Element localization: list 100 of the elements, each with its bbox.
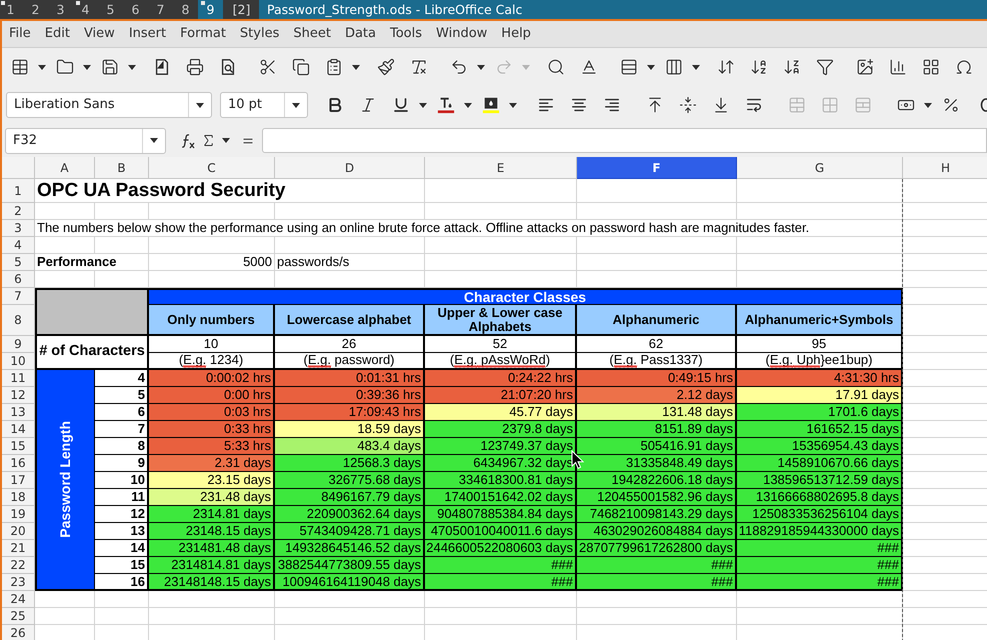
align-left-icon[interactable]: [536, 96, 554, 114]
row-header[interactable]: 23: [2, 574, 35, 591]
row-header[interactable]: 25: [2, 608, 35, 625]
menu-item[interactable]: Edit: [38, 24, 77, 44]
caret-icon[interactable]: [924, 102, 932, 108]
name-box[interactable]: F32: [5, 128, 166, 154]
column-header[interactable]: H: [903, 157, 987, 179]
menu-item[interactable]: File: [2, 24, 38, 44]
row-header[interactable]: 3: [2, 220, 35, 237]
font-size-combobox[interactable]: 10 pt: [220, 92, 308, 118]
row-header[interactable]: 10: [2, 353, 35, 370]
font-color-icon[interactable]: [436, 96, 454, 114]
menu-item[interactable]: Help: [494, 24, 538, 44]
workspace-button[interactable]: 2: [23, 0, 48, 19]
clear-formatting-icon[interactable]: [410, 58, 428, 76]
percent-icon[interactable]: [942, 96, 960, 114]
row-header[interactable]: 8: [2, 305, 35, 336]
menu-item[interactable]: Tools: [383, 24, 430, 44]
row-header[interactable]: 1: [2, 179, 35, 203]
row-header[interactable]: 2: [2, 203, 35, 220]
row-header[interactable]: 21: [2, 540, 35, 557]
column-header[interactable]: F: [577, 157, 737, 179]
function-wizard-icon[interactable]: [180, 132, 196, 150]
menu-item[interactable]: Styles: [232, 24, 286, 44]
menu-item[interactable]: Window: [429, 24, 494, 44]
wrap-text-icon[interactable]: [744, 96, 762, 114]
row-header[interactable]: 14: [2, 421, 35, 438]
row-header[interactable]: 11: [2, 370, 35, 387]
row-header[interactable]: 7: [2, 288, 35, 305]
row-header[interactable]: 17: [2, 472, 35, 489]
caret-icon[interactable]: [352, 64, 360, 70]
scissors-icon[interactable]: [258, 58, 276, 76]
workspace-button[interactable]: 7: [148, 0, 173, 19]
caret-icon[interactable]: [647, 64, 655, 70]
funnel-icon[interactable]: [816, 58, 834, 76]
underline-icon[interactable]: [392, 96, 410, 114]
search-icon[interactable]: [546, 58, 564, 76]
row-header[interactable]: 19: [2, 506, 35, 523]
row-header[interactable]: 24: [2, 591, 35, 608]
printer-icon[interactable]: [186, 58, 204, 76]
highlight-color-icon[interactable]: [482, 96, 500, 114]
caret-icon[interactable]: [292, 102, 300, 108]
row-header[interactable]: 5: [2, 254, 35, 271]
workspace-button[interactable]: 3: [48, 0, 73, 19]
column-header[interactable]: B: [95, 157, 149, 179]
row-header[interactable]: 9: [2, 336, 35, 353]
paintbrush-icon[interactable]: [376, 58, 394, 76]
align-middle-icon[interactable]: [678, 96, 696, 114]
caret-icon[interactable]: [692, 64, 700, 70]
column-header[interactable]: E: [425, 157, 577, 179]
menu-item[interactable]: Format: [173, 24, 233, 44]
columns-icon[interactable]: [664, 58, 682, 76]
sort-arrows-icon[interactable]: [716, 58, 734, 76]
caret-icon[interactable]: [196, 102, 204, 108]
caret-icon[interactable]: [150, 138, 158, 143]
column-header[interactable]: D: [275, 157, 425, 179]
text-baseline-icon[interactable]: [580, 58, 598, 76]
folder-icon[interactable]: [56, 58, 74, 76]
sort-descending-icon[interactable]: [782, 58, 800, 76]
grid-icon[interactable]: [922, 58, 940, 76]
omega-icon[interactable]: [954, 58, 972, 76]
undo-icon[interactable]: [450, 58, 468, 76]
row-header[interactable]: 6: [2, 271, 35, 288]
copy-icon[interactable]: [292, 58, 310, 76]
sort-ascending-icon[interactable]: [750, 58, 768, 76]
column-header[interactable]: G: [737, 157, 903, 179]
caret-icon[interactable]: [83, 64, 91, 70]
caret-icon[interactable]: [38, 64, 46, 70]
row-header[interactable]: 20: [2, 523, 35, 540]
caret-icon[interactable]: [222, 138, 230, 143]
caret-icon[interactable]: [419, 102, 427, 108]
row-header[interactable]: 16: [2, 455, 35, 472]
row-header[interactable]: 15: [2, 438, 35, 455]
save-icon[interactable]: [100, 58, 118, 76]
clipboard-icon[interactable]: [324, 58, 342, 76]
table-grid-icon[interactable]: [10, 58, 28, 76]
column-header[interactable]: C: [149, 157, 275, 179]
rows-icon[interactable]: [620, 58, 638, 76]
caret-icon[interactable]: [128, 64, 136, 70]
column-header[interactable]: A: [35, 157, 95, 179]
workspace-button[interactable]: 4: [73, 0, 98, 19]
row-header[interactable]: 18: [2, 489, 35, 506]
formula-input-field[interactable]: [262, 128, 987, 153]
row-header[interactable]: 12: [2, 387, 35, 404]
menu-item[interactable]: Insert: [122, 24, 174, 44]
caret-icon[interactable]: [477, 64, 485, 70]
font-name-combobox[interactable]: Liberation Sans: [6, 92, 212, 118]
menu-item[interactable]: View: [76, 24, 122, 44]
row-header[interactable]: 22: [2, 557, 35, 574]
workspace-button[interactable]: 8: [173, 0, 198, 19]
workspace-button[interactable]: 6: [123, 0, 148, 19]
workspace-button[interactable]: 1: [0, 0, 23, 19]
menu-item[interactable]: Data: [338, 24, 383, 44]
caret-icon[interactable]: [509, 102, 517, 108]
row-header[interactable]: 4: [2, 237, 35, 254]
menu-item[interactable]: Sheet: [286, 24, 338, 44]
image-plus-icon[interactable]: [856, 58, 874, 76]
row-header[interactable]: 13: [2, 404, 35, 421]
align-center-icon[interactable]: [570, 96, 588, 114]
bar-chart-icon[interactable]: [888, 58, 906, 76]
